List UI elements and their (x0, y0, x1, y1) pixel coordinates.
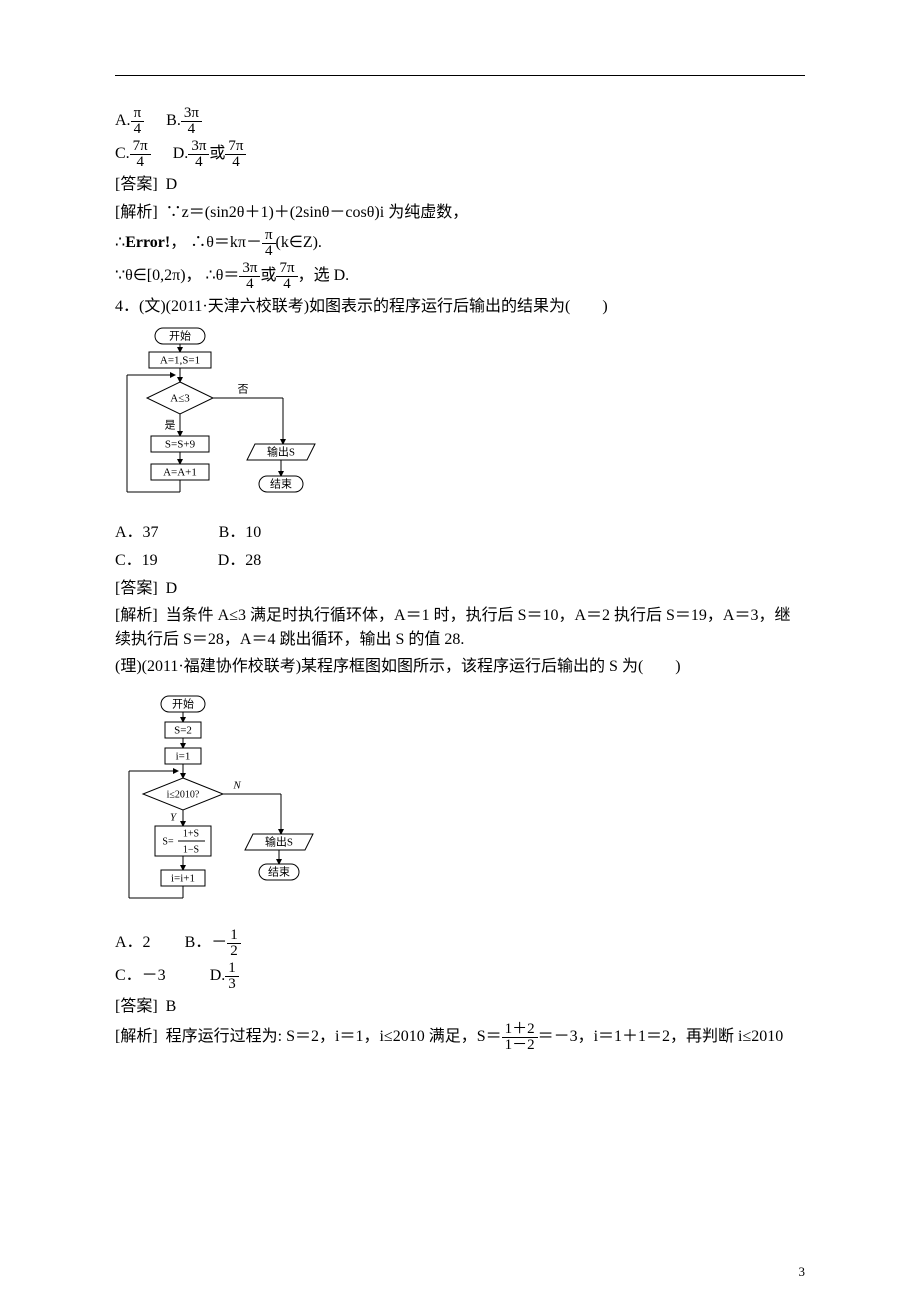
q4b-analysis: [解析] 程序运行过程为: S＝2，i＝1，i≤2010 满足，S＝1＋21－2… (115, 1022, 805, 1053)
q4-answer: [答案] D (115, 576, 805, 602)
svg-text:S=S+9: S=S+9 (165, 439, 196, 451)
q4-stem: 4．(文)(2011·天津六校联考)如图表示的程序运行后输出的结果为( ) (115, 294, 805, 320)
svg-text:结束: 结束 (268, 866, 290, 879)
svg-text:开始: 开始 (169, 329, 191, 343)
svg-text:S=2: S=2 (174, 725, 192, 737)
svg-text:否: 否 (238, 384, 249, 396)
q3-answer: [答案] D (115, 172, 805, 198)
q4-opts-row2: C．19D．28 (115, 548, 805, 574)
q3-analysis-l3: ∵θ∈[0,2π)， ∴θ＝3π4或7π4，选 D. (115, 261, 805, 292)
q4b-flowchart: 开始 S=2 i=1 i≤2010? N 输出S 结束 Y (115, 694, 805, 924)
svg-text:开始: 开始 (172, 697, 194, 711)
svg-text:S=: S= (162, 836, 174, 847)
svg-text:1−S: 1−S (183, 844, 199, 855)
q4b-opts-row2: C．－3D.13 (115, 961, 805, 992)
svg-text:A=1,S=1: A=1,S=1 (160, 355, 200, 367)
svg-text:A≤3: A≤3 (170, 393, 190, 405)
svg-text:A=A+1: A=A+1 (163, 467, 197, 479)
svg-text:i=i+1: i=i+1 (171, 873, 195, 885)
q4b-answer: [答案] B (115, 994, 805, 1020)
q4-opts-row1: A．37B．10 (115, 520, 805, 546)
svg-text:输出S: 输出S (265, 835, 293, 849)
q3-analysis-l2: ∴Error!， ∴θ＝kπ－π4(k∈Z). (115, 228, 805, 259)
svg-text:是: 是 (165, 419, 176, 432)
q4-analysis: [解析] 当条件 A≤3 满足时执行循环体，A＝1 时，执行后 S＝10，A＝2… (115, 604, 805, 652)
svg-text:N: N (232, 780, 241, 792)
svg-text:i≤2010?: i≤2010? (167, 789, 200, 800)
q3-opts-row1: A.π4 B.3π4 (115, 106, 805, 137)
q3-analysis-l1: [解析] ∵z＝(sin2θ＋1)＋(2sinθ－cosθ)i 为纯虚数， (115, 200, 805, 226)
q4-flowchart: 开始 A=1,S=1 A≤3 否 输出S 结束 是 S=S+9 (115, 326, 805, 516)
q4b-opts-row1: A．2B．－12 (115, 928, 805, 959)
svg-text:i=1: i=1 (176, 751, 191, 763)
svg-text:输出S: 输出S (267, 445, 295, 459)
q3-opts-row2: C.7π4 D.3π4或7π4 (115, 139, 805, 170)
svg-text:结束: 结束 (270, 478, 292, 491)
svg-text:Y: Y (170, 812, 178, 824)
q4b-stem: (理)(2011·福建协作校联考)某程序框图如图所示，该程序运行后输出的 S 为… (115, 654, 805, 680)
svg-text:1+S: 1+S (183, 828, 199, 839)
page-number: 3 (799, 1264, 806, 1280)
